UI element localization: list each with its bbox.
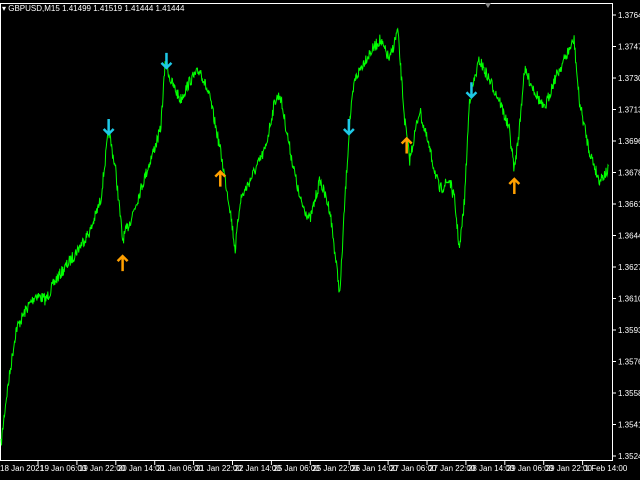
y-tick-label: 1.35245 — [618, 452, 640, 461]
y-tick-label: 1.36270 — [618, 263, 640, 272]
y-tick-label: 1.35760 — [618, 358, 640, 367]
y-tick-label: 1.37130 — [618, 106, 640, 115]
y-tick-label: 1.36615 — [618, 200, 640, 209]
y-tick-label: 1.36960 — [618, 137, 640, 146]
sell-arrow-icon — [342, 119, 355, 136]
chart-title: ▾ GBPUSD,M15 1.41499 1.41519 1.41444 1.4… — [2, 4, 184, 13]
x-tick-label: 1 Feb 14:00 — [585, 464, 628, 473]
chart-shift-marker[interactable] — [485, 3, 491, 8]
buy-arrow-icon — [214, 169, 227, 187]
ohlc-values: 1.41499 1.41519 1.41444 1.41444 — [62, 4, 185, 13]
y-tick-label: 1.37475 — [618, 43, 640, 52]
collapse-triangle-icon[interactable]: ▾ — [2, 4, 6, 13]
y-tick-label: 1.35930 — [618, 326, 640, 335]
x-tick-label: 18 Jan 2021 — [0, 464, 45, 473]
price-chart[interactable]: 1.37645 1.37475 1.37300 1.37130 1.36960 1.367… — [0, 0, 640, 480]
buy-arrow-icon — [508, 177, 521, 194]
symbol-caption: GBPUSD,M15 — [8, 4, 60, 13]
sell-arrow-icon — [160, 52, 173, 70]
buy-arrow-icon — [116, 254, 129, 272]
y-tick-label: 1.37300 — [618, 74, 640, 83]
y-tick-label: 1.35415 — [618, 421, 640, 430]
buy-arrow-icon — [400, 136, 413, 154]
y-tick-label: 1.36100 — [618, 295, 640, 304]
price-line — [0, 27, 609, 446]
sell-arrow-icon — [102, 119, 115, 136]
y-tick-label: 1.36785 — [618, 169, 640, 178]
y-tick-label: 1.35585 — [618, 389, 640, 398]
y-tick-label: 1.36445 — [618, 232, 640, 241]
y-tick-label: 1.37645 — [618, 11, 640, 20]
plot-frame — [0, 3, 613, 461]
sell-arrow-icon — [465, 82, 478, 100]
